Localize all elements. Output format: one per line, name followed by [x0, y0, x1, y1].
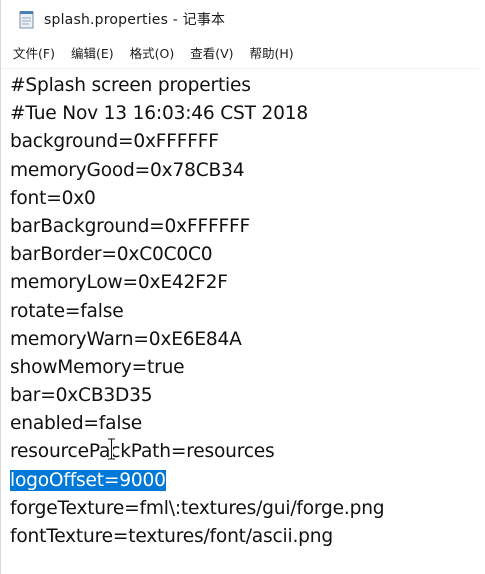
line-text: bar=0xCB3D35: [10, 385, 153, 407]
line-text: font=0x0: [10, 187, 96, 209]
text-editor[interactable]: #Splash screen properties #Tue Nov 13 16…: [1, 68, 479, 574]
menu-file[interactable]: 文件(F): [5, 40, 63, 65]
text-line: memoryGood=0x78CB34: [1, 157, 479, 185]
text-line: bar=0xCB3D35: [1, 382, 479, 410]
text-line-selected: logoOffset=9000: [1, 467, 479, 495]
text-line: resourcePackPath=resources: [1, 438, 479, 466]
line-text: memoryGood=0x78CB34: [10, 159, 245, 181]
line-text: barBackground=0xFFFFFF: [10, 215, 250, 237]
selected-text[interactable]: logoOffset=9000: [10, 469, 166, 491]
text-line: memoryWarn=0xE6E84A: [1, 326, 479, 354]
text-cursor-icon: [107, 437, 116, 461]
menu-bar: 文件(F) 编辑(E) 格式(O) 查看(V) 帮助(H): [1, 38, 485, 66]
text-line: forgeTexture=fml\:textures/gui/forge.png: [1, 495, 479, 523]
line-text: resourcePackPath=resources: [10, 441, 275, 463]
text-line: #Tue Nov 13 16:03:46 CST 2018: [1, 100, 479, 128]
notepad-window: splash.properties - 记事本 文件(F) 编辑(E) 格式(O…: [0, 0, 485, 574]
menu-edit[interactable]: 编辑(E): [63, 40, 122, 65]
line-text: rotate=false: [10, 300, 124, 322]
menu-help[interactable]: 帮助(H): [242, 40, 302, 65]
text-line: background=0xFFFFFF: [1, 128, 479, 156]
line-text: fontTexture=textures/font/ascii.png: [10, 526, 333, 547]
text-line: #Splash screen properties: [1, 72, 479, 100]
text-line: barBackground=0xFFFFFF: [1, 213, 479, 241]
text-line: fontTexture=textures/font/ascii.png: [1, 523, 479, 551]
title-bar[interactable]: splash.properties - 记事本: [1, 0, 485, 38]
notepad-icon: [19, 10, 35, 29]
text-line: showMemory=true: [1, 354, 479, 382]
line-text: memoryLow=0xE42F2F: [10, 272, 228, 294]
line-text: showMemory=true: [10, 356, 185, 378]
text-line: font=0x0: [1, 185, 479, 213]
text-line: memoryLow=0xE42F2F: [1, 269, 479, 297]
text-line: barBorder=0xC0C0C0: [1, 241, 479, 269]
line-text: forgeTexture=fml\:textures/gui/forge.png: [10, 497, 385, 519]
line-text: memoryWarn=0xE6E84A: [10, 328, 242, 350]
menu-format[interactable]: 格式(O): [122, 40, 183, 65]
window-title: splash.properties - 记事本: [44, 12, 226, 28]
text-line: enabled=false: [1, 410, 479, 438]
line-text: background=0xFFFFFF: [10, 131, 219, 153]
line-text: #Splash screen properties: [10, 75, 251, 96]
text-line: rotate=false: [1, 298, 479, 326]
line-text: #Tue Nov 13 16:03:46 CST 2018: [10, 103, 309, 125]
menu-view[interactable]: 查看(V): [182, 40, 241, 65]
line-text: barBorder=0xC0C0C0: [10, 244, 213, 266]
line-text: enabled=false: [10, 413, 143, 435]
